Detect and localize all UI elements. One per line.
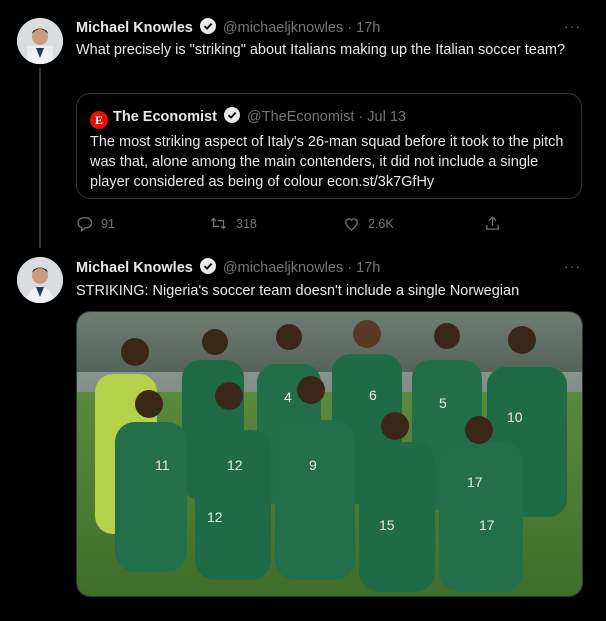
heart-icon [345, 218, 358, 231]
jersey-number: 4 [284, 389, 292, 405]
quoted-tweet[interactable]: E The Economist @TheEconomist · Jul 13 Th… [76, 93, 582, 199]
avatar[interactable] [17, 257, 63, 303]
jersey-number: 6 [369, 387, 377, 403]
tweet1-header: Michael Knowles @michaeljknowles · 17h [76, 18, 380, 38]
team-photo-image: 4 6 5 10 11 12 9 15 17 12 17 [77, 312, 582, 596]
retweet-icon [210, 217, 227, 230]
economist-logo-icon: E [90, 111, 108, 129]
author-handle[interactable]: @michaeljknowles [223, 20, 343, 36]
verified-badge-icon [199, 258, 216, 278]
reply-count: 91 [101, 216, 115, 231]
jersey-number: 11 [155, 457, 170, 473]
jersey-number: 12 [207, 509, 223, 525]
thread-line [39, 68, 41, 248]
tweet-time[interactable]: · 17h [347, 260, 380, 276]
reply-button[interactable]: 91 [76, 215, 115, 232]
tweet1-actions: 91 318 2.6K [76, 215, 576, 235]
team-photo[interactable]: 4 6 5 10 11 12 9 15 17 12 17 [76, 311, 583, 597]
like-count: 2.6K [368, 216, 394, 231]
jersey-number: 10 [507, 409, 523, 425]
quote-author-name[interactable]: The Economist [113, 109, 217, 125]
tweet-time[interactable]: · 17h [347, 20, 380, 36]
author-name[interactable]: Michael Knowles [76, 260, 193, 276]
tweet2-text: STRIKING: Nigeria's soccer team doesn't … [76, 283, 520, 299]
reply-icon [77, 217, 93, 232]
jersey-number: 15 [379, 517, 395, 533]
more-options-icon[interactable]: ··· [564, 18, 581, 34]
tweet1-text: What precisely is "striking" about Itali… [76, 42, 566, 58]
retweet-count: 318 [236, 216, 257, 231]
jersey-number: 12 [227, 457, 243, 473]
jersey-number: 17 [467, 474, 483, 490]
jersey-number: 17 [479, 517, 495, 533]
more-options-icon[interactable]: ··· [564, 258, 581, 274]
quote-text: The most striking aspect of Italy's 26-m… [90, 134, 564, 190]
share-icon [486, 216, 499, 230]
verified-badge-icon [199, 18, 216, 38]
verified-badge-icon [223, 107, 240, 127]
retweet-button[interactable]: 318 [209, 215, 257, 232]
author-name[interactable]: Michael Knowles [76, 20, 193, 36]
quote-author-handle[interactable]: @TheEconomist [247, 109, 354, 125]
author-handle[interactable]: @michaeljknowles [223, 260, 343, 276]
avatar[interactable] [17, 18, 63, 64]
share-button[interactable] [484, 215, 501, 232]
like-button[interactable]: 2.6K [343, 215, 394, 232]
jersey-number: 5 [439, 395, 447, 411]
tweet2-header: Michael Knowles @michaeljknowles · 17h [76, 258, 380, 278]
quote-time[interactable]: · Jul 13 [358, 109, 406, 125]
jersey-number: 9 [309, 457, 317, 473]
quote-header: E The Economist @TheEconomist · Jul 13 [90, 107, 406, 129]
